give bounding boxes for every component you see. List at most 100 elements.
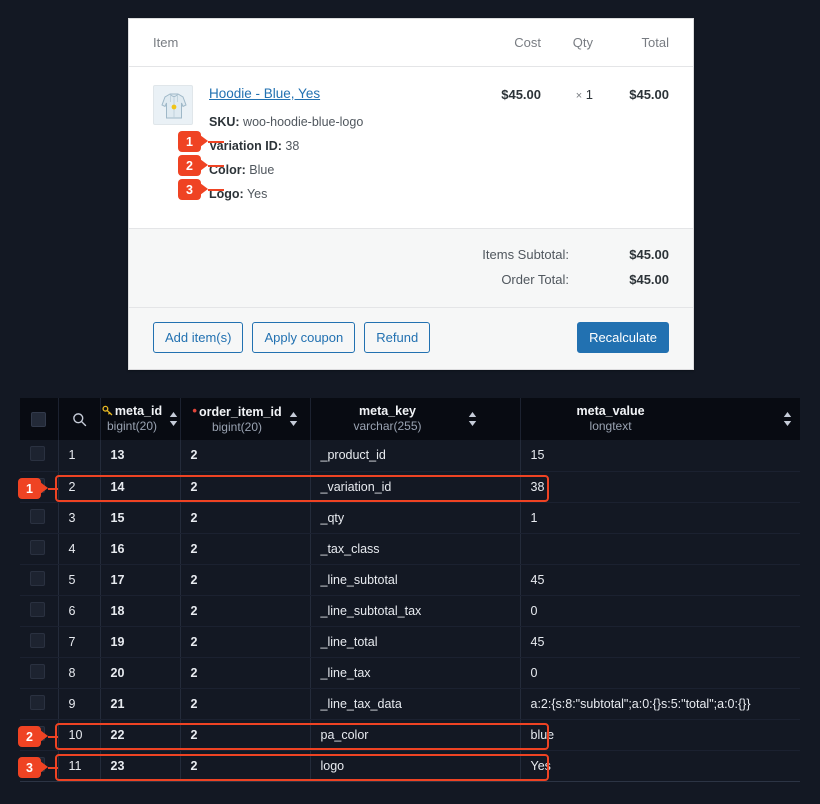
meta-logo-label: Logo:	[209, 187, 244, 201]
row-checkbox-cell[interactable]	[20, 471, 59, 503]
table-row[interactable]: 3 15 2 _qty 1	[20, 502, 800, 534]
table-row[interactable]: 1 13 2 _product_id 15	[20, 440, 800, 472]
cell-meta-id[interactable]: 23	[100, 750, 181, 782]
row-checkbox-cell[interactable]	[20, 719, 59, 751]
table-row[interactable]: 10 22 2 pa_color blue	[20, 719, 800, 751]
cell-meta-id[interactable]: 20	[100, 657, 181, 689]
cell-meta-id[interactable]: 14	[100, 471, 181, 503]
cell-meta-value[interactable]: blue	[520, 719, 800, 751]
cell-meta-id[interactable]: 15	[100, 502, 181, 534]
cell-meta-value[interactable]: 45	[520, 564, 800, 596]
hoodie-icon	[161, 93, 187, 119]
row-checkbox[interactable]	[30, 446, 45, 462]
row-checkbox-cell[interactable]	[20, 595, 59, 627]
order-item-id-name: order_item_id	[198, 405, 282, 420]
cell-order-item-id[interactable]: 2	[180, 533, 311, 565]
column-header-meta-value[interactable]: meta_value longtext	[520, 398, 800, 440]
row-checkbox[interactable]	[30, 694, 45, 710]
cell-order-item-id[interactable]: 2	[180, 750, 311, 782]
cell-meta-key[interactable]: _product_id	[310, 440, 521, 472]
row-checkbox[interactable]	[30, 601, 45, 617]
row-checkbox[interactable]	[30, 508, 45, 524]
cell-meta-value[interactable]: 1	[520, 502, 800, 534]
column-header-meta-key[interactable]: meta_key varchar(255)	[310, 398, 521, 440]
cell-order-item-id[interactable]: 2	[180, 564, 311, 596]
refund-button[interactable]: Refund	[364, 322, 431, 353]
cell-order-item-id[interactable]: 2	[180, 626, 311, 658]
cell-meta-key[interactable]: _tax_class	[310, 533, 521, 565]
row-checkbox[interactable]	[30, 477, 45, 493]
row-checkbox[interactable]	[30, 539, 45, 555]
row-checkbox-cell[interactable]	[20, 688, 59, 720]
cell-meta-value[interactable]: 45	[520, 626, 800, 658]
cell-meta-id[interactable]: 18	[100, 595, 181, 627]
cell-meta-value[interactable]: 0	[520, 595, 800, 627]
add-items-button[interactable]: Add item(s)	[153, 322, 244, 353]
sort-toggle-meta-id[interactable]	[169, 411, 178, 427]
cell-meta-key[interactable]: _variation_id	[310, 471, 521, 503]
cell-order-item-id[interactable]: 2	[180, 440, 311, 472]
select-all-checkbox[interactable]	[31, 411, 47, 427]
row-checkbox-cell[interactable]	[20, 502, 59, 534]
cell-meta-key[interactable]: _line_subtotal_tax	[310, 595, 521, 627]
row-checkbox-cell[interactable]	[20, 626, 59, 658]
cell-meta-key[interactable]: _line_tax_data	[310, 688, 521, 720]
cell-order-item-id[interactable]: 2	[180, 471, 311, 503]
table-row[interactable]: 5 17 2 _line_subtotal 45	[20, 564, 800, 596]
row-checkbox[interactable]	[30, 570, 45, 586]
row-checkbox[interactable]	[30, 663, 45, 679]
cell-order-item-id[interactable]: 2	[180, 502, 311, 534]
table-row[interactable]: 7 19 2 _line_total 45	[20, 626, 800, 658]
cell-meta-id[interactable]: 13	[100, 440, 181, 472]
table-row[interactable]: 9 21 2 _line_tax_data a:2:{s:8:"subtotal…	[20, 688, 800, 720]
cell-meta-id[interactable]: 16	[100, 533, 181, 565]
cell-order-item-id[interactable]: 2	[180, 657, 311, 689]
cell-meta-value[interactable]: 0	[520, 657, 800, 689]
row-checkbox-cell[interactable]	[20, 440, 59, 472]
cell-meta-key[interactable]: pa_color	[310, 719, 521, 751]
cell-order-item-id[interactable]: 2	[180, 595, 311, 627]
row-checkbox-cell[interactable]	[20, 657, 59, 689]
order-item-id-type: bigint(20)	[211, 420, 262, 435]
table-row[interactable]: 2 14 2 _variation_id 38	[20, 471, 800, 503]
row-checkbox-cell[interactable]	[20, 750, 59, 782]
cell-meta-key[interactable]: _line_subtotal	[310, 564, 521, 596]
search-header[interactable]	[58, 398, 101, 440]
cell-meta-id[interactable]: 22	[100, 719, 181, 751]
cell-meta-value[interactable]	[520, 533, 800, 565]
cell-meta-id[interactable]: 19	[100, 626, 181, 658]
sort-toggle-meta-key[interactable]	[468, 411, 477, 427]
table-row[interactable]: 6 18 2 _line_subtotal_tax 0	[20, 595, 800, 627]
cell-meta-value[interactable]: 38	[520, 471, 800, 503]
table-row[interactable]: 11 23 2 logo Yes	[20, 750, 800, 782]
row-checkbox[interactable]	[30, 756, 45, 772]
column-header-order-item-id[interactable]: • order_item_id bigint(20)	[180, 398, 311, 440]
cell-meta-id[interactable]: 21	[100, 688, 181, 720]
search-icon[interactable]	[72, 412, 87, 427]
table-row[interactable]: 8 20 2 _line_tax 0	[20, 657, 800, 689]
cell-meta-key[interactable]: _line_tax	[310, 657, 521, 689]
row-checkbox[interactable]	[30, 725, 45, 741]
meta-color: Color: Blue	[209, 158, 479, 182]
cell-meta-id[interactable]: 17	[100, 564, 181, 596]
cell-meta-key[interactable]: _line_total	[310, 626, 521, 658]
cell-order-item-id[interactable]: 2	[180, 688, 311, 720]
cell-meta-value[interactable]: 15	[520, 440, 800, 472]
product-name-link[interactable]: Hoodie - Blue, Yes	[209, 86, 320, 101]
select-all-header[interactable]	[20, 398, 59, 440]
cell-meta-value[interactable]: a:2:{s:8:"subtotal";a:0:{}s:5:"total";a:…	[520, 688, 800, 720]
column-header-meta-id[interactable]: meta_id bigint(20)	[100, 398, 181, 440]
apply-coupon-button[interactable]: Apply coupon	[252, 322, 356, 353]
cell-order-item-id[interactable]: 2	[180, 719, 311, 751]
row-checkbox-cell[interactable]	[20, 564, 59, 596]
row-checkbox-cell[interactable]	[20, 533, 59, 565]
cell-meta-value[interactable]: Yes	[520, 750, 800, 782]
cell-meta-key[interactable]: _qty	[310, 502, 521, 534]
recalculate-button[interactable]: Recalculate	[577, 322, 669, 353]
sort-toggle-order-item-id[interactable]	[289, 411, 298, 427]
table-row[interactable]: 4 16 2 _tax_class	[20, 533, 800, 565]
row-checkbox[interactable]	[30, 632, 45, 648]
sort-toggle-meta-value[interactable]	[783, 411, 792, 427]
cell-meta-key[interactable]: logo	[310, 750, 521, 782]
order-total-row: Order Total: $45.00	[153, 272, 669, 287]
